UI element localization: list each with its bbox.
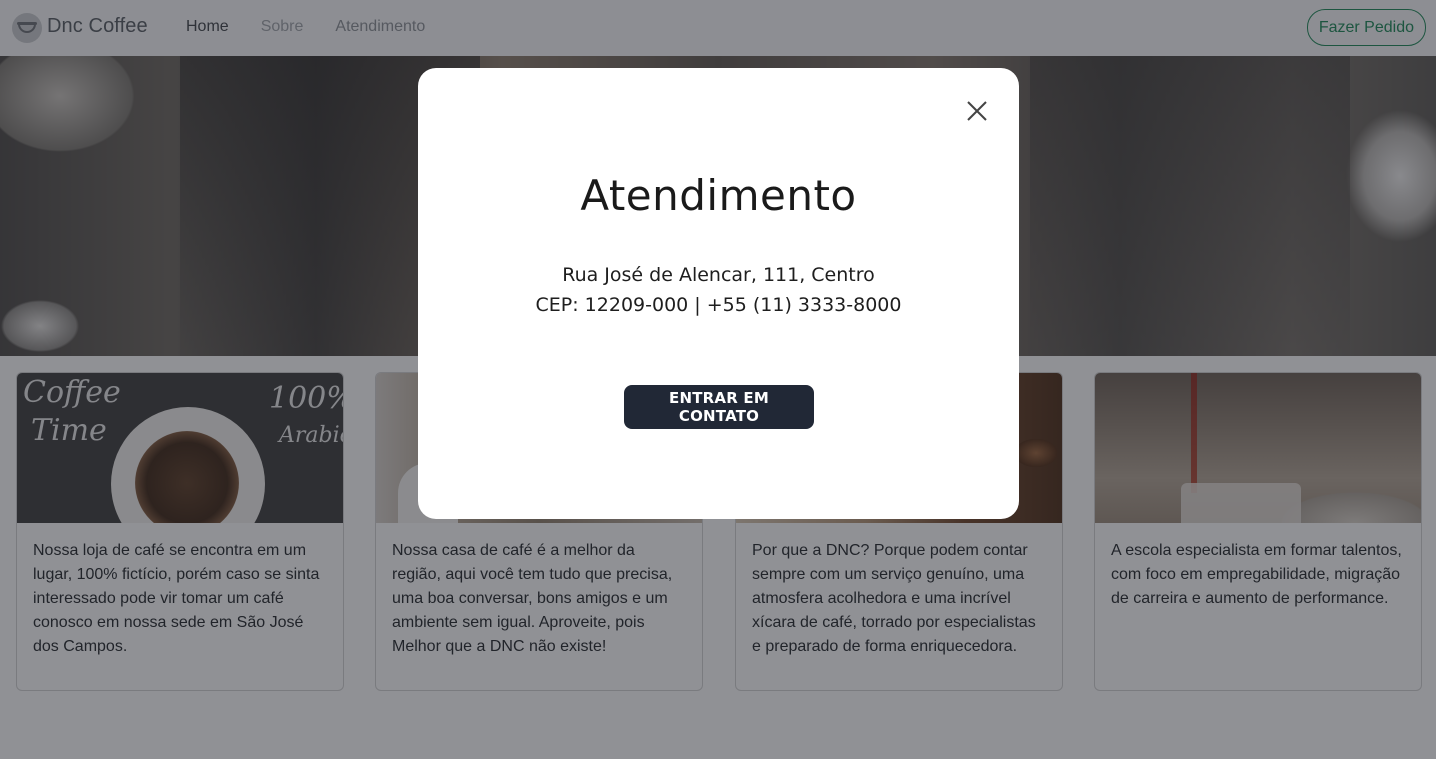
atendimento-modal: Atendimento Rua José de Alencar, 111, Ce…: [418, 68, 1019, 519]
contact-button[interactable]: ENTRAR EM CONTATO: [624, 385, 814, 429]
page: Dnc Coffee Home Sobre Atendimento Fazer …: [0, 0, 1436, 759]
modal-title: Atendimento: [580, 171, 857, 220]
modal-address: Rua José de Alencar, 111, Centro CEP: 12…: [418, 260, 1019, 320]
address-line: Rua José de Alencar, 111, Centro: [562, 264, 875, 286]
close-icon[interactable]: [965, 99, 989, 123]
contact-line: CEP: 12209-000 | +55 (11) 3333-8000: [535, 294, 902, 316]
